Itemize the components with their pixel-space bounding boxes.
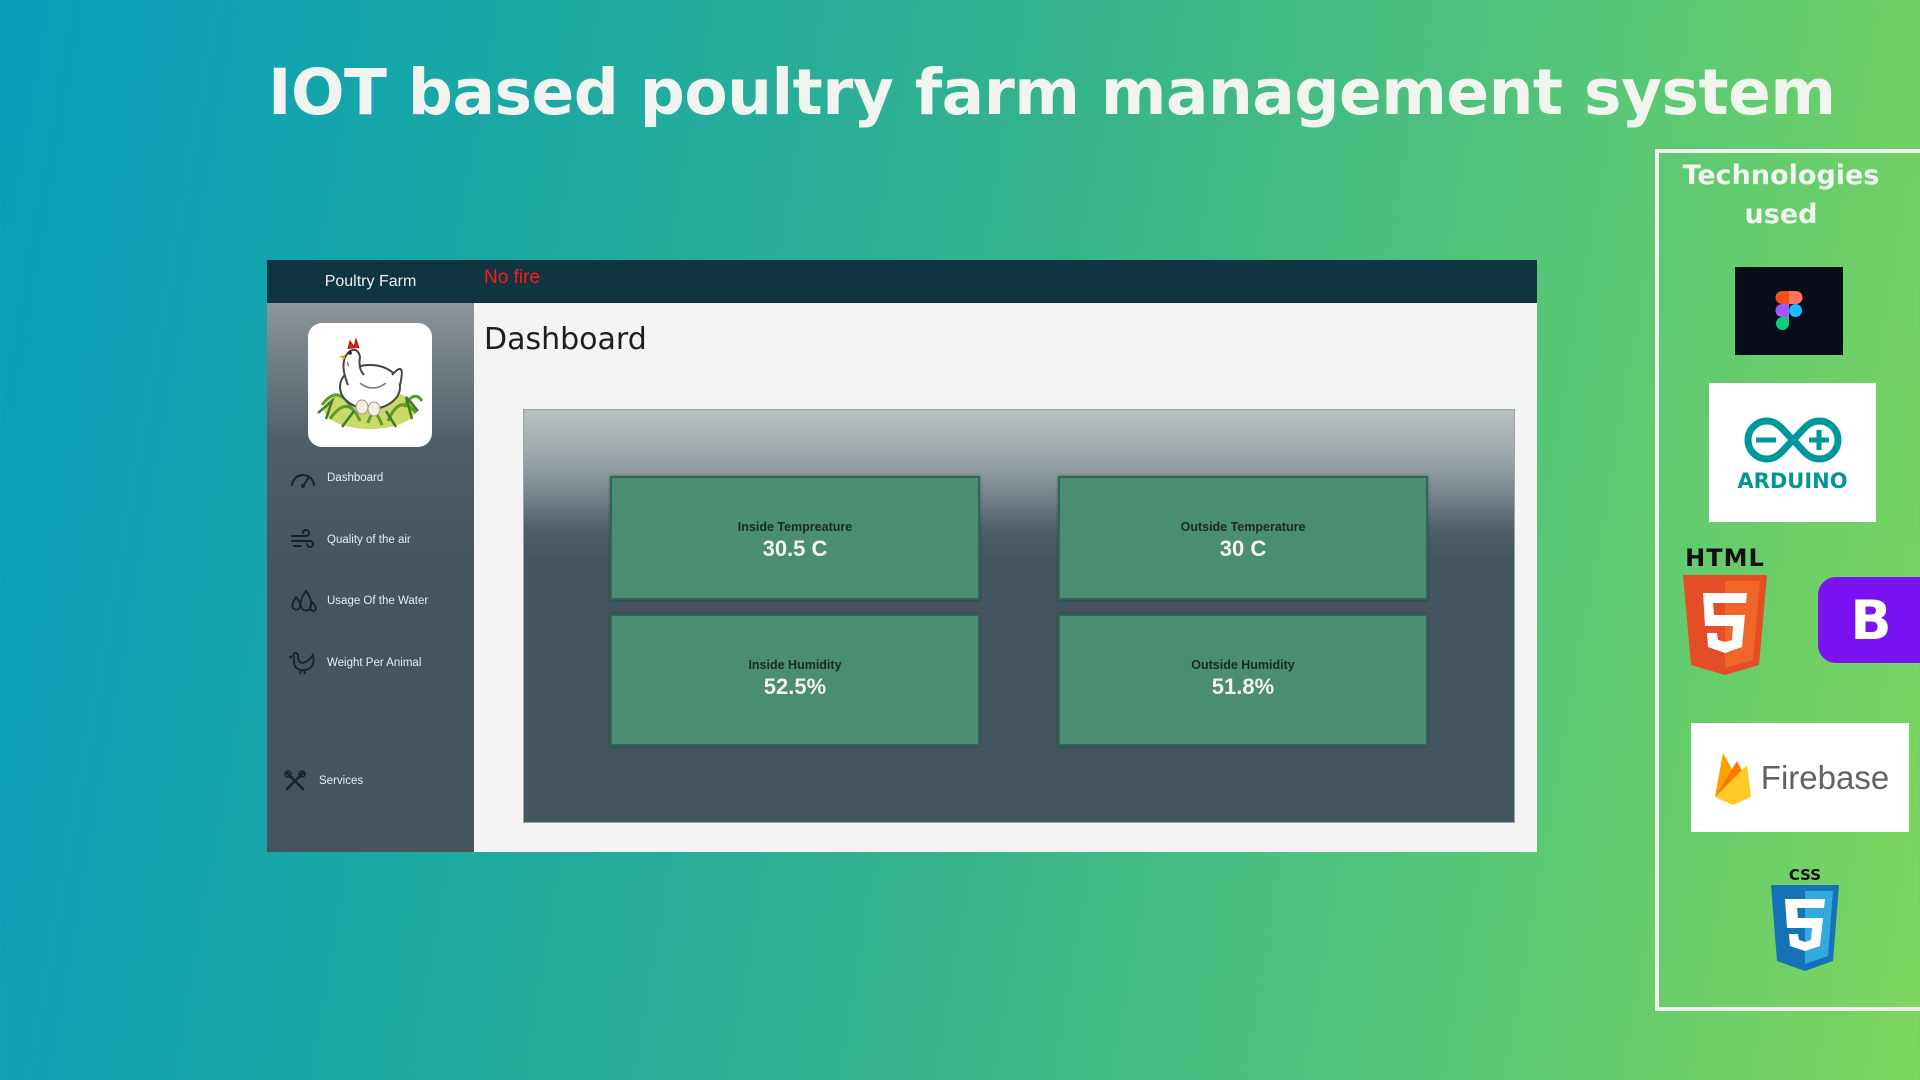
fire-status-indicator: No fire (484, 267, 540, 288)
sidebar-item-dashboard[interactable]: Dashboard (289, 463, 469, 493)
sensor-card-inside-temperature: Inside Tempreature 30.5 C (610, 476, 980, 600)
page-title: Dashboard (484, 322, 647, 357)
slide-title: IOT based poultry farm management system (268, 56, 1836, 129)
tools-icon (281, 768, 309, 794)
sensor-value: 30.5 C (762, 536, 828, 561)
firebase-logo: Firebase (1691, 723, 1909, 832)
sensor-label: Outside Humidity (1191, 658, 1295, 672)
sensor-value: 51.8% (1211, 674, 1275, 699)
water-drops-icon (289, 588, 317, 614)
top-navbar: Poultry Farm No fire (267, 260, 1537, 303)
sensor-card-inside-humidity: Inside Humidity 52.5% (610, 614, 980, 746)
dashboard-window: Poultry Farm No fire Dashboard Quality o… (267, 260, 1537, 852)
sensor-value: 30 C (1219, 536, 1267, 561)
sidebar-item-label: Weight Per Animal (327, 657, 422, 669)
hen-logo (308, 323, 432, 447)
sidebar-item-label: Quality of the air (327, 534, 411, 546)
sidebar-item-weight[interactable]: Weight Per Animal (289, 648, 469, 678)
css3-logo: CSS (1765, 867, 1845, 977)
sidebar-item-label: Dashboard (327, 472, 384, 484)
sidebar-item-air-quality[interactable]: Quality of the air (289, 525, 469, 555)
sidebar-item-water-usage[interactable]: Usage Of the Water (289, 586, 469, 616)
figma-logo (1735, 267, 1843, 355)
sensor-card-outside-humidity: Outside Humidity 51.8% (1058, 614, 1428, 746)
sidebar-item-label: Services (319, 775, 364, 787)
arduino-wordmark: ARDUINO (1737, 468, 1848, 493)
sensor-label: Inside Tempreature (737, 520, 853, 534)
sensor-card-outside-temperature: Outside Temperature 30 C (1058, 476, 1428, 600)
wind-icon (289, 527, 317, 553)
firebase-wordmark: Firebase (1760, 758, 1890, 796)
arduino-logo: ARDUINO (1709, 383, 1876, 522)
brand-name[interactable]: Poultry Farm (267, 260, 474, 303)
css-wordmark: CSS (1788, 866, 1822, 884)
sidebar-item-services[interactable]: Services (281, 766, 461, 796)
html5-logo: HTML (1675, 545, 1775, 681)
bootstrap-logo: B (1818, 577, 1920, 663)
sensor-panel: Inside Tempreature 30.5 C Outside Temper… (523, 409, 1515, 823)
technologies-title: Technologies used (1682, 160, 1880, 230)
sidebar: Dashboard Quality of the air Usage Of th… (267, 303, 474, 852)
speedometer-icon (289, 465, 317, 491)
technologies-panel: Technologies used ARDUINO HTML B Firebas… (1655, 149, 1920, 1011)
html-wordmark: HTML (1685, 544, 1765, 572)
sensor-label: Inside Humidity (748, 658, 842, 672)
sensor-label: Outside Temperature (1180, 520, 1306, 534)
chicken-icon (289, 650, 317, 676)
sensor-value: 52.5% (763, 674, 827, 699)
sidebar-item-label: Usage Of the Water (327, 595, 429, 607)
